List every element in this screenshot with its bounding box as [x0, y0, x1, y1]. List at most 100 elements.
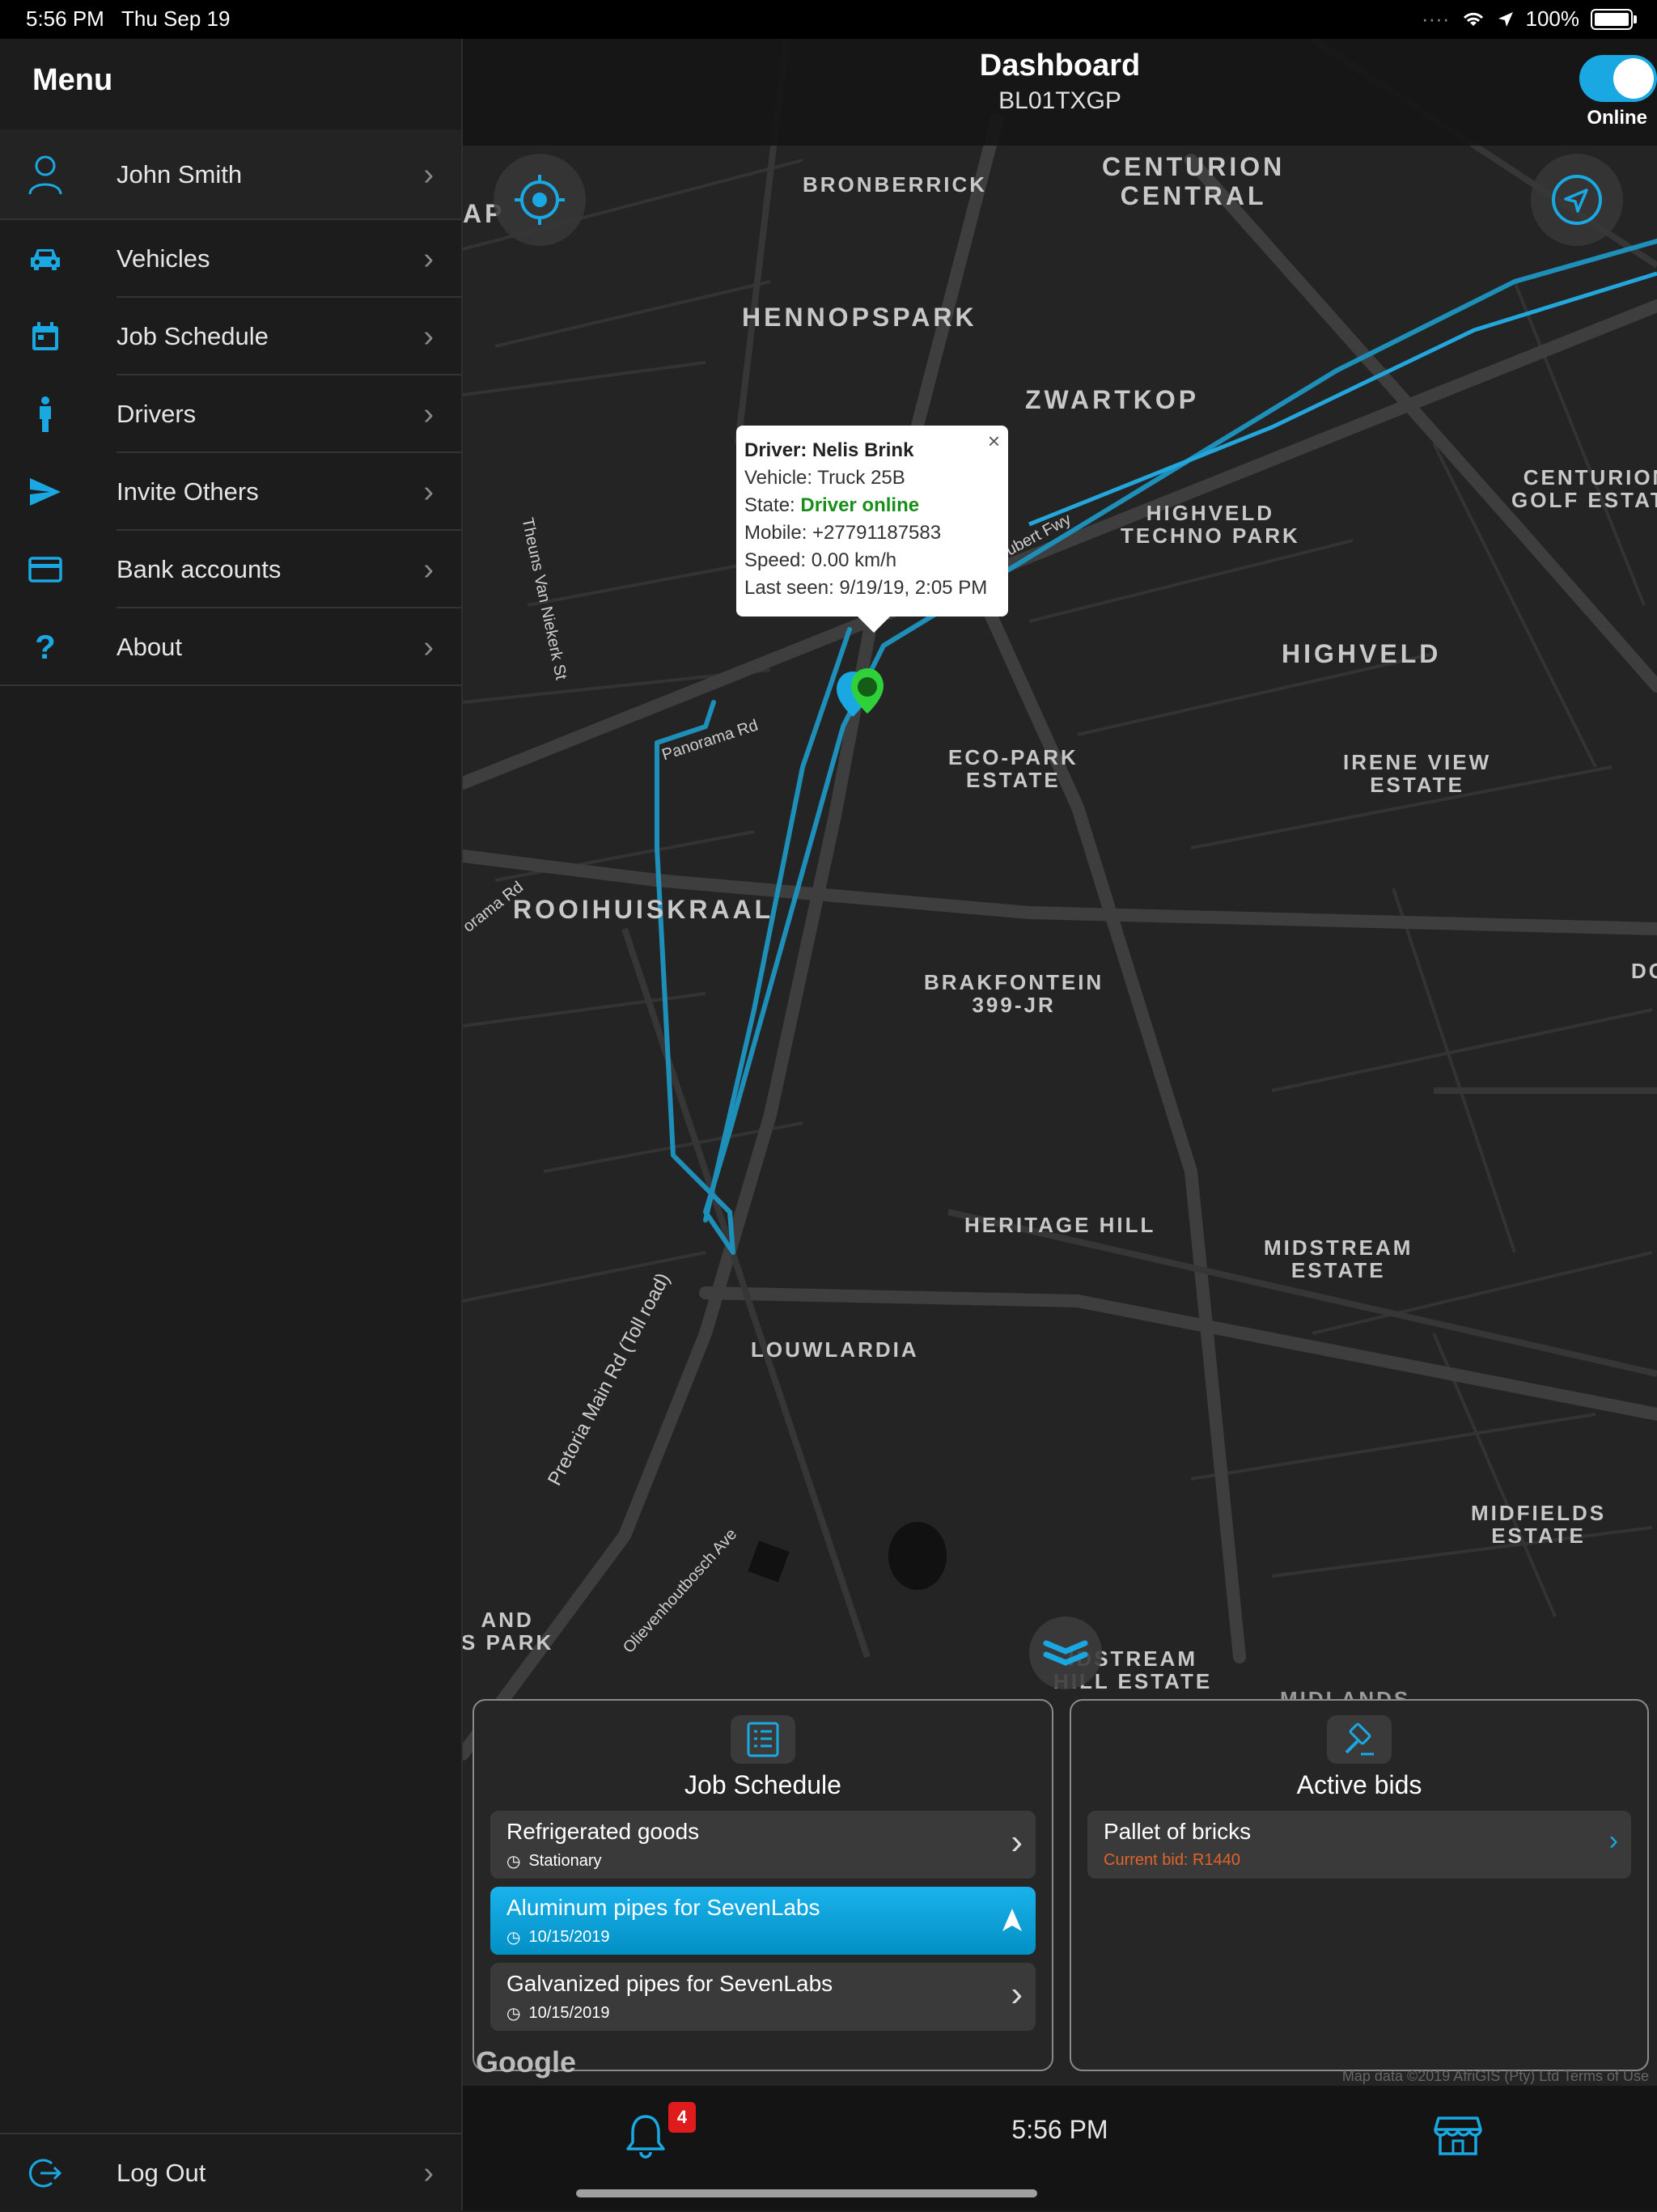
map-attribution[interactable]: Map data ©2019 AfriGIS (Pty) Ltd Terms o…	[1342, 2068, 1649, 2085]
store-icon[interactable]	[1434, 2110, 1482, 2159]
map-label: IRENE VIEW ESTATE	[1343, 750, 1492, 797]
chevron-right-icon: ›	[1011, 1974, 1023, 2014]
driver-marker-icon[interactable]	[835, 629, 900, 743]
job-name: Aluminum pipes for SevenLabs	[506, 1895, 820, 1920]
chevron-right-icon: ›	[423, 2155, 434, 2190]
chevron-right-icon: ›	[423, 629, 434, 664]
user-icon	[28, 155, 63, 195]
map-label: HIGHVELD TECHNO PARK	[1121, 501, 1300, 548]
sidebar-item-label: Drivers	[117, 400, 197, 428]
job-name: Galvanized pipes for SevenLabs	[506, 1971, 833, 1996]
sidebar-item-label: Vehicles	[117, 244, 210, 273]
map-label: DO	[1631, 959, 1657, 983]
map-label: BRAKFONTEIN 399-JR	[924, 970, 1104, 1017]
navigate-button[interactable]	[1531, 154, 1623, 246]
sidebar-item-about[interactable]: ? About ›	[0, 608, 461, 686]
popup-state: State: Driver online	[744, 494, 920, 516]
sidebar-item-label: Invite Others	[117, 477, 259, 506]
logout-button[interactable]: Log Out ›	[0, 2133, 461, 2212]
job-schedule-card: Job Schedule Refrigerated goods ◷ Station…	[473, 1699, 1053, 2071]
job-date: 10/15/2019	[528, 2004, 610, 2022]
sidebar-item-label: Job Schedule	[117, 322, 269, 350]
page-title: Dashboard	[979, 49, 1141, 83]
active-bids-title: Active bids	[1296, 1770, 1422, 1799]
map-label: MIDSTREAM ESTATE	[1264, 1235, 1413, 1282]
gavel-icon	[1327, 1715, 1392, 1764]
map-label: CENTURION CENTRAL	[1102, 152, 1286, 210]
job-item[interactable]: Refrigerated goods ◷ Stationary ›	[490, 1811, 1036, 1879]
map-label: AND S PARK	[463, 1608, 554, 1655]
double-chevron-down-icon	[1043, 1640, 1088, 1666]
bid-item[interactable]: Pallet of bricks Current bid: R1440 ›	[1087, 1811, 1631, 1879]
popup-mobile: Mobile: +27791187583	[744, 522, 942, 544]
close-icon[interactable]: ×	[988, 429, 1000, 454]
sidebar-item-bank-accounts[interactable]: Bank accounts ›	[0, 531, 461, 608]
user-name: John Smith	[117, 160, 243, 189]
popup-speed: Speed: 0.00 km/h	[744, 549, 897, 571]
logout-icon	[28, 2155, 63, 2191]
sidebar-item-vehicles[interactable]: Vehicles ›	[0, 220, 461, 298]
online-toggle-label: Online	[1587, 107, 1647, 129]
location-arrow-icon	[1498, 11, 1513, 27]
vehicle-registration: BL01TXGP	[998, 87, 1121, 114]
google-logo: Google	[476, 2045, 576, 2079]
map-label: ZWARTKOP	[1025, 385, 1200, 414]
recenter-button[interactable]	[494, 154, 586, 246]
chevron-right-icon: ›	[1011, 1822, 1023, 1862]
credit-card-icon	[28, 552, 63, 587]
bottom-bar: 4 5:56 PM	[463, 2086, 1657, 2210]
chevron-right-icon: ›	[423, 396, 434, 431]
sidebar-item-user[interactable]: John Smith ›	[0, 129, 461, 220]
status-bar: 5:56 PM Thu Sep 19 ···· 100%	[0, 0, 1657, 39]
map-view[interactable]: BRONBERRICK CENTURION CENTRAL HENNOPSPAR…	[463, 39, 1657, 2086]
job-item-active[interactable]: Aluminum pipes for SevenLabs ◷ 10/15/2019	[490, 1887, 1036, 1955]
home-indicator[interactable]	[576, 2189, 1037, 2197]
job-date: 10/15/2019	[528, 1928, 610, 1946]
map-label: LOUWLARDIA	[751, 1337, 919, 1362]
online-toggle[interactable]	[1579, 55, 1657, 102]
job-status: Stationary	[528, 1852, 602, 1870]
active-bids-card: Active bids Pallet of bricks Current bid…	[1070, 1699, 1649, 2071]
crosshair-icon	[515, 175, 565, 225]
sidebar-item-invite-others[interactable]: Invite Others ›	[0, 453, 461, 531]
job-schedule-title: Job Schedule	[684, 1770, 841, 1799]
map-label: BRONBERRICK	[803, 172, 987, 197]
sidebar-menu: Menu John Smith › Vehicles › Job Schedul…	[0, 39, 463, 2210]
chevron-right-icon: ›	[423, 319, 434, 354]
navigation-arrow-icon	[1002, 1909, 1022, 1931]
map-label: ECO-PARK ESTATE	[948, 745, 1079, 792]
signal-dots-icon: ····	[1421, 6, 1450, 31]
menu-list: John Smith › Vehicles › Job Schedule › D…	[0, 129, 461, 686]
battery-icon	[1591, 8, 1637, 30]
sidebar-item-drivers[interactable]: Drivers ›	[0, 375, 461, 453]
car-icon	[28, 241, 63, 277]
popup-last-seen: Last seen: 9/19/19, 2:05 PM	[744, 577, 988, 599]
clock-icon: ◷	[506, 2005, 521, 2023]
status-time: 5:56 PM Thu Sep 19	[26, 6, 231, 31]
chevron-right-icon: ›	[423, 157, 434, 192]
sidebar-item-job-schedule[interactable]: Job Schedule ›	[0, 298, 461, 375]
job-item[interactable]: Galvanized pipes for SevenLabs ◷ 10/15/20…	[490, 1963, 1036, 2031]
map-label: ROOIHUISKRAAL	[513, 895, 774, 924]
status-right: ···· 100%	[1421, 6, 1637, 32]
map-label: HIGHVELD	[1282, 639, 1442, 668]
bid-name: Pallet of bricks	[1104, 1819, 1252, 1844]
clock-icon: ◷	[506, 1929, 521, 1947]
chevron-right-icon: ›	[423, 241, 434, 276]
map-label: CENTURION GOLF ESTATE	[1511, 465, 1657, 512]
map-label: MIDFIELDS ESTATE	[1471, 1501, 1607, 1548]
calendar-icon	[28, 319, 63, 354]
question-icon: ?	[35, 628, 56, 666]
dashboard-header: Dashboard BL01TXGP Online	[463, 39, 1657, 146]
map-label: HENNOPSPARK	[742, 303, 977, 332]
sidebar-item-label: About	[117, 633, 183, 661]
chevron-right-icon: ›	[423, 552, 434, 587]
menu-title: Menu	[32, 63, 113, 97]
job-list-icon	[731, 1715, 795, 1764]
map-label: HERITAGE HILL	[964, 1213, 1156, 1237]
battery-percent: 100%	[1525, 6, 1580, 31]
person-icon	[28, 396, 63, 432]
expand-panel-button[interactable]	[1029, 1617, 1102, 1689]
sidebar-item-label: Bank accounts	[117, 555, 282, 583]
driver-info-popup: × Driver: Nelis Brink Vehicle: Truck 25B…	[736, 426, 1008, 633]
